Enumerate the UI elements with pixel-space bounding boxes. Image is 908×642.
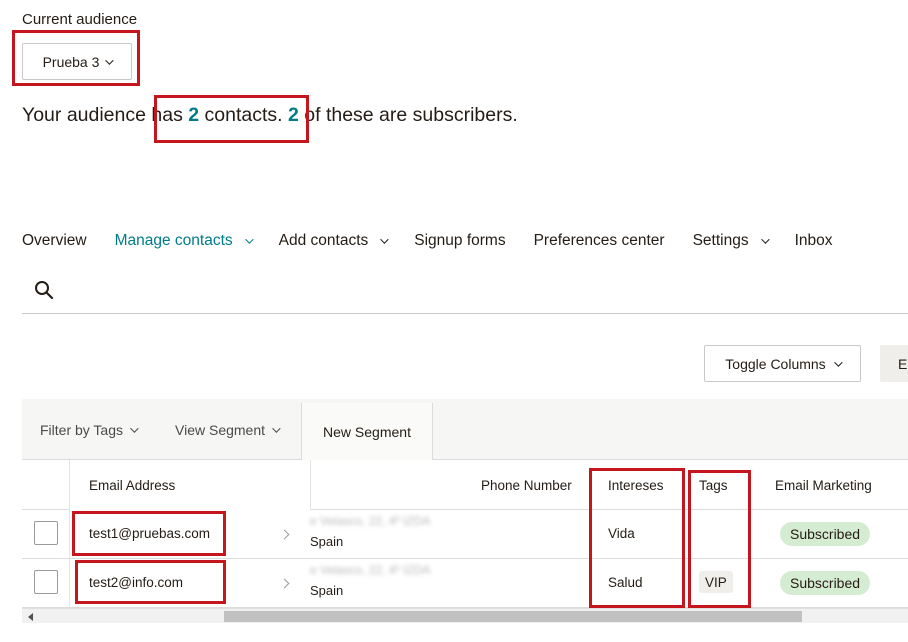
nav-label: Inbox <box>794 232 833 249</box>
audience-select-label: Prueba 3 <box>42 53 100 70</box>
filter-bar: Filter by Tags View Segment New Segment <box>22 399 908 460</box>
summary-text: contacts. <box>199 104 288 126</box>
column-header-phone[interactable]: Phone Number <box>481 460 572 510</box>
toggle-columns-button[interactable]: Toggle Columns <box>704 345 861 382</box>
intereses-value: Salud <box>608 575 643 590</box>
nav-preferences-center[interactable]: Preferences center <box>534 232 665 250</box>
nav-label: Settings <box>692 232 749 249</box>
chevron-down-icon <box>272 423 281 433</box>
filter-by-tags-dropdown[interactable]: Filter by Tags <box>40 399 139 460</box>
chevron-down-icon <box>130 423 139 433</box>
scroll-left-icon[interactable] <box>28 613 33 621</box>
chevron-right-icon[interactable] <box>279 529 290 540</box>
audience-summary: Your audience has 2 contacts. 2 of these… <box>22 104 518 127</box>
address-line: e Velasco, 22, 4º IZDA <box>310 514 431 528</box>
summary-text: Your audience has <box>22 104 189 126</box>
chevron-down-icon <box>760 235 770 244</box>
contact-email[interactable]: test2@info.com <box>89 575 183 590</box>
chevron-down-icon <box>380 235 389 244</box>
nav-manage-contacts[interactable]: Manage contacts <box>114 232 254 250</box>
horizontal-scrollbar[interactable] <box>22 608 908 623</box>
row-checkbox[interactable] <box>34 521 58 545</box>
intereses-value: Vida <box>608 526 635 541</box>
scrollbar-thumb[interactable] <box>224 611 802 622</box>
nav-label: Signup forms <box>414 232 506 249</box>
chevron-down-icon <box>244 235 254 244</box>
nav-label: Add contacts <box>278 232 369 249</box>
address-line: e Velasco, 22, 4º IZDA <box>310 563 431 577</box>
nav-signup-forms[interactable]: Signup forms <box>414 232 505 250</box>
subscribers-count-link[interactable]: 2 <box>288 104 299 126</box>
status-badge: Subscribed <box>780 571 871 595</box>
tag-badge[interactable]: VIP <box>699 571 733 593</box>
export-button[interactable]: E <box>880 345 908 382</box>
search-underline <box>22 313 908 314</box>
export-label: E <box>898 355 908 372</box>
column-header-intereses[interactable]: Intereses <box>608 460 664 510</box>
chevron-down-icon <box>833 357 843 367</box>
chevron-right-icon[interactable] <box>279 578 290 589</box>
nav-inbox[interactable]: Inbox <box>795 232 833 250</box>
toggle-columns-label: Toggle Columns <box>725 355 826 372</box>
status-badge: Subscribed <box>780 522 871 546</box>
address-country: Spain <box>310 534 344 549</box>
nav-label: Overview <box>22 232 87 249</box>
audience-nav: Overview Manage contacts Add contacts Si… <box>22 232 861 250</box>
table-row[interactable]: test2@info.com e Velasco, 22, 4º IZDA Sp… <box>22 559 908 608</box>
search-icon[interactable] <box>34 280 54 300</box>
column-header-email[interactable]: Email Address <box>89 460 175 510</box>
summary-text: of these are subscribers. <box>298 104 518 126</box>
nav-label: Preferences center <box>533 232 665 249</box>
filter-by-tags-label: Filter by Tags <box>40 421 123 438</box>
contact-email[interactable]: test1@pruebas.com <box>89 526 210 541</box>
table-row[interactable]: test1@pruebas.com e Velasco, 22, 4º IZDA… <box>22 510 908 559</box>
nav-settings[interactable]: Settings <box>692 232 770 250</box>
new-segment-label: New Segment <box>323 423 411 440</box>
contacts-count-link[interactable]: 2 <box>188 104 199 126</box>
address-country: Spain <box>310 583 344 598</box>
view-segment-label: View Segment <box>175 421 266 438</box>
contacts-table: Email Address Phone Number Intereses Tag… <box>22 460 908 608</box>
row-checkbox[interactable] <box>34 570 58 594</box>
nav-add-contacts[interactable]: Add contacts <box>278 232 389 250</box>
chevron-down-icon <box>105 55 115 65</box>
column-header-email-marketing[interactable]: Email Marketing <box>775 460 872 510</box>
new-segment-button[interactable]: New Segment <box>301 403 433 460</box>
view-segment-dropdown[interactable]: View Segment <box>175 399 281 460</box>
nav-label: Manage contacts <box>114 232 233 249</box>
column-header-tags[interactable]: Tags <box>699 460 728 510</box>
nav-overview[interactable]: Overview <box>22 232 87 250</box>
current-audience-label: Current audience <box>22 11 138 28</box>
audience-select-button[interactable]: Prueba 3 <box>22 43 132 80</box>
